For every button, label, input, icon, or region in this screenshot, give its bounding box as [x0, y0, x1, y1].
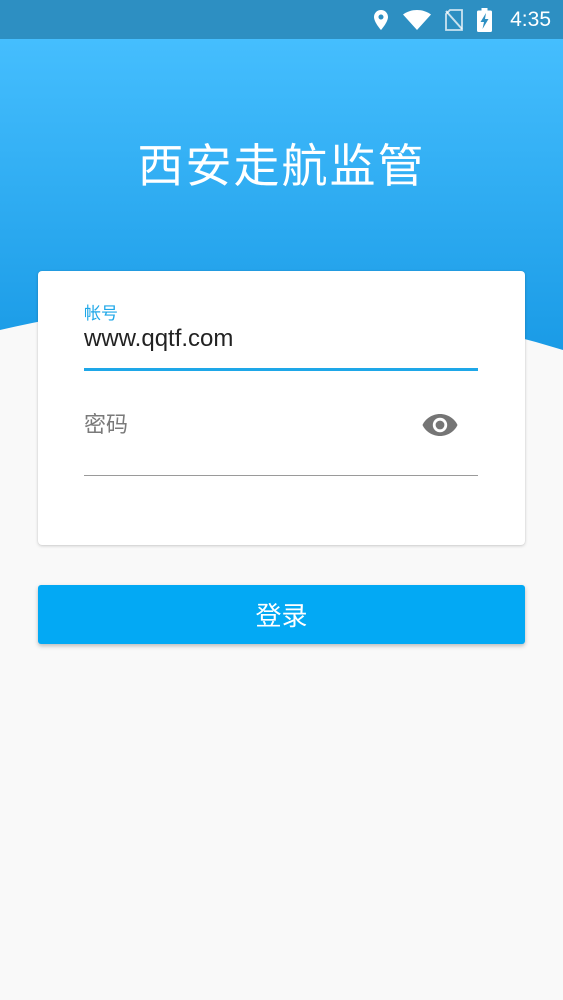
- eye-icon[interactable]: [422, 413, 458, 437]
- app-title: 西安走航监管: [137, 139, 426, 193]
- account-input[interactable]: [84, 325, 478, 353]
- account-underline: [84, 368, 478, 371]
- password-input[interactable]: [84, 413, 404, 438]
- status-icons: 4:35: [373, 0, 551, 39]
- battery-charging-icon: [477, 7, 493, 32]
- status-bar: 4:35: [0, 0, 563, 39]
- password-field[interactable]: [84, 383, 478, 476]
- account-field[interactable]: 帐号: [84, 295, 478, 371]
- wifi-icon: [403, 9, 432, 30]
- login-card: 帐号: [38, 271, 525, 545]
- status-time: 4:35: [510, 7, 551, 31]
- password-underline: [84, 475, 478, 476]
- location-icon: [373, 9, 389, 31]
- login-button[interactable]: 登录: [38, 585, 525, 644]
- no-sim-icon: [445, 8, 464, 31]
- account-label: 帐号: [84, 304, 118, 324]
